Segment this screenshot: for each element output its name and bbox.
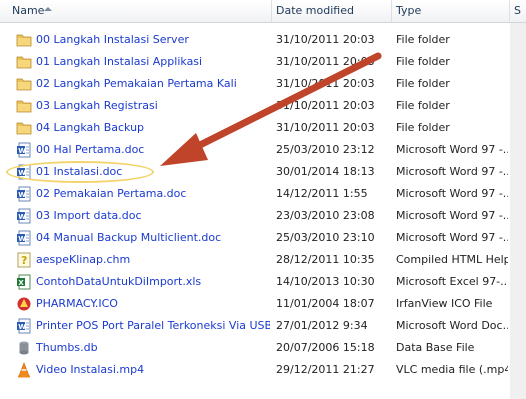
file-date-modified: 31/10/2011 20:03 (276, 99, 375, 112)
file-name: ContohDataUntukDiImport.xls (36, 275, 202, 288)
file-name: 00 Langkah Instalasi Server (36, 33, 189, 46)
file-row[interactable]: Thumbs.db 20/07/2006 15:18 Data Base File (0, 337, 526, 359)
file-row[interactable]: W Printer POS Port Paralel Terkoneksi Via… (0, 315, 526, 337)
file-row[interactable]: 02 Langkah Pemakaian Pertama Kali 31/10/2… (0, 73, 526, 95)
file-name: 02 Pemakaian Pertama.doc (36, 187, 187, 200)
word-doc-icon: W (16, 230, 32, 246)
vlc-icon (16, 362, 32, 378)
file-row[interactable]: W 01 Instalasi.doc 30/01/2014 18:13 Microso… (0, 161, 526, 183)
file-type: VLC media file (.mp4) (396, 363, 508, 376)
file-name: Video Instalasi.mp4 (36, 363, 145, 376)
file-type: IrfanView ICO File (396, 297, 493, 310)
word-doc-icon: W (16, 208, 32, 224)
file-date-modified: 28/12/2011 10:35 (276, 253, 375, 266)
sort-ascending-icon (44, 7, 52, 11)
file-row[interactable]: W 03 Import data.doc 23/03/2010 23:08 Micro… (0, 205, 526, 227)
file-date-modified: 27/01/2012 9:34 (276, 319, 368, 332)
file-name: aespeKlinap.chm (36, 253, 131, 266)
folder-icon (16, 32, 32, 48)
vertical-scrollbar[interactable] (510, 23, 526, 399)
file-name: 04 Manual Backup Multiclient.doc (36, 231, 222, 244)
svg-text:W: W (18, 191, 26, 199)
column-date-label: Date modified (276, 4, 354, 17)
file-date-modified: 31/10/2011 20:03 (276, 121, 375, 134)
file-date-modified: 25/03/2010 23:10 (276, 231, 375, 244)
file-row[interactable]: W 04 Manual Backup Multiclient.doc 25/03/2… (0, 227, 526, 249)
word-doc-icon: W (16, 318, 32, 334)
file-type: Microsoft Word 97 -... (396, 187, 508, 200)
file-date-modified: 14/12/2011 1:55 (276, 187, 368, 200)
database-icon (16, 340, 32, 356)
file-type: Microsoft Word 97 -... (396, 165, 508, 178)
folder-icon (16, 120, 32, 136)
file-name: 04 Langkah Backup (36, 121, 145, 134)
file-date-modified: 29/12/2011 21:27 (276, 363, 375, 376)
column-header-bar: Name Date modified Type S (0, 0, 526, 23)
file-type: File folder (396, 55, 450, 68)
file-row[interactable]: 03 Langkah Registrasi 31/10/2011 20:03 Fil… (0, 95, 526, 117)
folder-icon (16, 98, 32, 114)
file-date-modified: 23/03/2010 23:08 (276, 209, 375, 222)
folder-icon (16, 54, 32, 70)
file-type: Compiled HTML Help... (396, 253, 508, 266)
excel-icon: X (16, 274, 32, 290)
file-type: Microsoft Word 97 -... (396, 209, 508, 222)
file-date-modified: 31/10/2011 20:03 (276, 77, 375, 90)
file-type: Data Base File (396, 341, 475, 354)
file-row[interactable]: 04 Langkah Backup 31/10/2011 20:03 File fo… (0, 117, 526, 139)
file-date-modified: 25/03/2010 23:12 (276, 143, 375, 156)
file-type: Microsoft Word 97 -... (396, 143, 508, 156)
file-name: 02 Langkah Pemakaian Pertama Kali (36, 77, 237, 90)
column-type-label: Type (396, 4, 422, 17)
svg-text:?: ? (21, 254, 27, 267)
file-row[interactable]: PHARMACY.ICO 11/01/2004 18:07 IrfanView IC… (0, 293, 526, 315)
file-date-modified: 20/07/2006 15:18 (276, 341, 375, 354)
file-date-modified: 30/01/2014 18:13 (276, 165, 375, 178)
file-name: 01 Instalasi.doc (36, 165, 123, 178)
svg-text:W: W (18, 323, 26, 331)
irfanview-icon (16, 296, 32, 312)
file-type: File folder (396, 121, 450, 134)
file-row[interactable]: 01 Langkah Instalasi Applikasi 31/10/2011… (0, 51, 526, 73)
column-header-type[interactable]: Type (392, 0, 510, 22)
file-date-modified: 31/10/2011 20:03 (276, 33, 375, 46)
column-header-size[interactable]: S (510, 0, 526, 22)
file-name: Thumbs.db (36, 341, 98, 354)
file-row[interactable]: Video Instalasi.mp4 29/12/2011 21:27 VLC m… (0, 359, 526, 381)
column-header-date[interactable]: Date modified (272, 0, 392, 22)
svg-text:W: W (18, 235, 26, 243)
file-type: File folder (396, 33, 450, 46)
file-row[interactable]: W 00 Hal Pertama.doc 25/03/2010 23:12 Micro… (0, 139, 526, 161)
word-doc-icon: W (16, 186, 32, 202)
file-date-modified: 14/10/2013 10:30 (276, 275, 375, 288)
file-type: Microsoft Word 97 -... (396, 231, 508, 244)
file-name: 00 Hal Pertama.doc (36, 143, 145, 156)
file-type: File folder (396, 77, 450, 90)
file-type: Microsoft Excel 97-... (396, 275, 508, 288)
file-type: File folder (396, 99, 450, 112)
file-row[interactable]: 00 Langkah Instalasi Server 31/10/2011 20… (0, 29, 526, 51)
column-header-name[interactable]: Name (0, 0, 272, 22)
folder-icon (16, 76, 32, 92)
word-doc-icon: W (16, 142, 32, 158)
file-name: 03 Import data.doc (36, 209, 142, 222)
svg-text:X: X (18, 279, 24, 287)
file-row[interactable]: W 02 Pemakaian Pertama.doc 14/12/2011 1:55… (0, 183, 526, 205)
file-name: Printer POS Port Paralel Terkoneksi Via … (36, 319, 270, 332)
file-name: 03 Langkah Registrasi (36, 99, 158, 112)
file-date-modified: 11/01/2004 18:07 (276, 297, 375, 310)
file-type: Microsoft Word Doc... (396, 319, 508, 332)
file-row[interactable]: X ContohDataUntukDiImport.xls 14/10/2013 1… (0, 271, 526, 293)
file-name: 01 Langkah Instalasi Applikasi (36, 55, 203, 68)
svg-text:W: W (18, 169, 26, 177)
file-name: PHARMACY.ICO (36, 297, 118, 310)
svg-text:W: W (18, 147, 26, 155)
svg-text:W: W (18, 213, 26, 221)
file-row[interactable]: ? aespeKlinap.chm 28/12/2011 10:35 Compiled… (0, 249, 526, 271)
word-doc-icon: W (16, 164, 32, 180)
column-name-label: Name (12, 4, 45, 17)
chm-help-icon: ? (16, 252, 32, 268)
file-date-modified: 31/10/2011 20:03 (276, 55, 375, 68)
column-size-label: S (514, 4, 521, 17)
